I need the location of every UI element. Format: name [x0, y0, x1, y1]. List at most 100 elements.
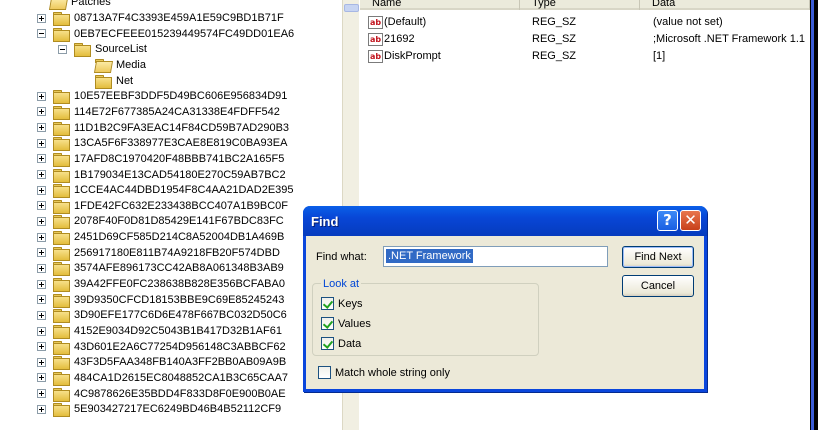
tree-item[interactable]: 17AFD8C1970420F48BBB741BC2A165F5: [37, 151, 285, 167]
expand-plus-icon[interactable]: [37, 201, 46, 211]
tree-item[interactable]: 3D90EFE177C6D6E478F667BC032D50C6: [37, 307, 288, 324]
expand-plus-icon[interactable]: [37, 295, 46, 305]
value-row[interactable]: ab DiskPrompt REG_SZ [1]: [368, 48, 810, 64]
tree-item[interactable]: 114E72F677385A24CA31338E4FDFF542: [37, 104, 281, 120]
folder-icon: [53, 262, 70, 277]
registry-tree-pane[interactable]: Patches 08713A7F4C3393E459A1E59C9BD1B71F…: [0, 0, 344, 430]
expand-plus-icon[interactable]: [37, 404, 46, 414]
tree-item[interactable]: 5E903427217EC6249BD46B4B52112CF9: [37, 401, 282, 418]
expand-plus-icon[interactable]: [37, 326, 46, 336]
find-what-selected-text: .NET Framework: [386, 249, 473, 263]
tree-item-label: Patches: [71, 0, 111, 8]
expand-plus-icon[interactable]: [37, 216, 46, 226]
help-icon[interactable]: ?: [657, 210, 678, 231]
expand-plus-icon[interactable]: [37, 310, 46, 320]
folder-icon: [53, 27, 70, 42]
tree-item-label: 2078F40F0D81D85429E141F67BDC83FC: [74, 215, 284, 228]
data-label: Data: [338, 337, 362, 350]
expand-plus-icon[interactable]: [37, 13, 46, 23]
expand-plus-icon[interactable]: [37, 232, 46, 242]
expand-plus-icon[interactable]: [37, 170, 46, 179]
match-whole-option[interactable]: Match whole string only: [318, 366, 450, 379]
tree-item[interactable]: Media: [79, 57, 147, 73]
expand-plus-icon[interactable]: [37, 263, 46, 273]
tree-item[interactable]: 0EB7ECFEEE015239449574FC49DD01EA6: [37, 26, 295, 42]
expand-plus-icon[interactable]: [37, 357, 46, 367]
tree-item[interactable]: 484CA1D2615EC8048852CA1B3C65CAA7: [37, 370, 289, 386]
folder-icon: [53, 371, 70, 386]
find-next-button[interactable]: Find Next: [622, 246, 694, 268]
value-data: [1]: [653, 50, 666, 62]
tree-item[interactable]: 11D1B2C9FA3EAC14F84CD59B7AD290B3: [37, 120, 290, 136]
column-header-data[interactable]: Data: [640, 0, 810, 10]
tree-item[interactable]: 13CA5F6F338977E3CAE8E819C0BA93EA: [37, 135, 288, 152]
folder-icon: [53, 278, 70, 293]
value-name: (Default): [384, 16, 427, 28]
tree-item[interactable]: 3574AFE896173CC42AB8A061348B3AB9: [37, 260, 285, 277]
tree-item[interactable]: 4152E9034D92C5043B1B417D32B1AF61: [37, 323, 283, 339]
folder-icon: [53, 168, 70, 183]
expand-plus-icon[interactable]: [37, 138, 46, 148]
tree-item[interactable]: 10E57EEBF3DDF5D49BC606E956834D91: [37, 88, 288, 105]
tree-item[interactable]: SourceList: [58, 41, 148, 58]
close-icon[interactable]: ✕: [680, 210, 701, 231]
tree-item-label: 13CA5F6F338977E3CAE8E819C0BA93EA: [74, 137, 288, 150]
expand-plus-icon[interactable]: [37, 91, 46, 101]
tree-item[interactable]: 1CCE4AC44DBD1954F8C4AA21DAD2E395: [37, 182, 295, 199]
folder-icon: [53, 387, 70, 402]
expand-plus-icon[interactable]: [37, 279, 46, 289]
data-checkbox[interactable]: [321, 337, 334, 350]
folder-icon: [53, 199, 70, 214]
collapse-minus-icon[interactable]: [58, 44, 67, 54]
tree-scrollbar-thumb[interactable]: [344, 4, 359, 12]
tree-item[interactable]: 1B179034E13CAD54180E270C59AB7BC2: [37, 167, 287, 183]
value-row[interactable]: ab 21692 REG_SZ ;Microsoft .NET Framework 1…: [368, 31, 810, 47]
expand-plus-icon[interactable]: [37, 154, 46, 164]
folder-icon: [53, 215, 70, 230]
collapse-minus-icon[interactable]: [37, 29, 46, 39]
tree-item[interactable]: Net: [79, 73, 134, 89]
expand-plus-icon[interactable]: [37, 248, 46, 258]
tree-item[interactable]: 39A42FFE0FC238638B828E356BCFABA0: [37, 276, 286, 293]
values-label: Values: [338, 317, 371, 330]
tree-item-label: 17AFD8C1970420F48BBB741BC2A165F5: [74, 152, 285, 165]
folder-icon: [95, 74, 112, 89]
tree-item[interactable]: 43D601E2A6C77254D956148C3ABBCF62: [37, 339, 287, 355]
tree-item-label: 10E57EEBF3DDF5D49BC606E956834D91: [74, 90, 288, 103]
values-option[interactable]: Values: [321, 317, 371, 330]
tree-item-patches[interactable]: Patches: [50, 0, 112, 10]
tree-item[interactable]: 4C9878626E35BDD4F833D8F0E900B0AE: [37, 386, 287, 402]
tree-item[interactable]: 08713A7F4C3393E459A1E59C9BD1B71F: [37, 10, 285, 26]
folder-open-icon: [95, 58, 111, 71]
tree-item[interactable]: 43F3D5FAA348FB140A3FF2BB0AB09A9B: [37, 354, 287, 371]
expand-plus-icon[interactable]: [37, 389, 46, 399]
tree-item[interactable]: 256917180E811B74A9218FB20F574DBD: [37, 245, 281, 261]
expand-plus-icon[interactable]: [37, 185, 46, 195]
expand-plus-icon[interactable]: [37, 342, 46, 352]
tree-item[interactable]: 2451D69CF585D214C8A52004DB1A469B: [37, 229, 285, 246]
tree-item-label: 1FDE42FC632E233438BCC407A1B9BC0F: [74, 199, 289, 212]
expand-plus-icon[interactable]: [37, 373, 46, 383]
folder-icon: [74, 43, 91, 58]
column-header-type[interactable]: Type: [520, 0, 640, 10]
tree-item-label: Media: [116, 58, 146, 71]
tree-item[interactable]: 39D9350CFCD18153BBE9C69E85245243: [37, 292, 285, 308]
value-row[interactable]: ab (Default) REG_SZ (value not set): [368, 14, 810, 30]
expand-plus-icon[interactable]: [37, 107, 46, 117]
tree-item[interactable]: 1FDE42FC632E233438BCC407A1B9BC0F: [37, 198, 289, 214]
folder-open-icon: [50, 0, 66, 8]
cancel-button[interactable]: Cancel: [622, 275, 694, 297]
keys-option[interactable]: Keys: [321, 297, 362, 310]
data-option[interactable]: Data: [321, 337, 361, 350]
expand-plus-icon[interactable]: [37, 123, 46, 133]
tree-item-label: 4152E9034D92C5043B1B417D32B1AF61: [74, 325, 282, 337]
find-dialog-title-bar[interactable]: Find ? ✕: [303, 206, 707, 236]
value-type: REG_SZ: [532, 50, 577, 62]
match-whole-checkbox[interactable]: [318, 366, 331, 379]
tree-item[interactable]: 2078F40F0D81D85429E141F67BDC83FC: [37, 213, 285, 230]
match-whole-label: Match whole string only: [335, 366, 450, 379]
column-header-name[interactable]: Name: [360, 0, 520, 10]
keys-checkbox[interactable]: [321, 297, 334, 310]
find-what-input[interactable]: .NET Framework: [383, 246, 608, 267]
values-checkbox[interactable]: [321, 317, 334, 330]
